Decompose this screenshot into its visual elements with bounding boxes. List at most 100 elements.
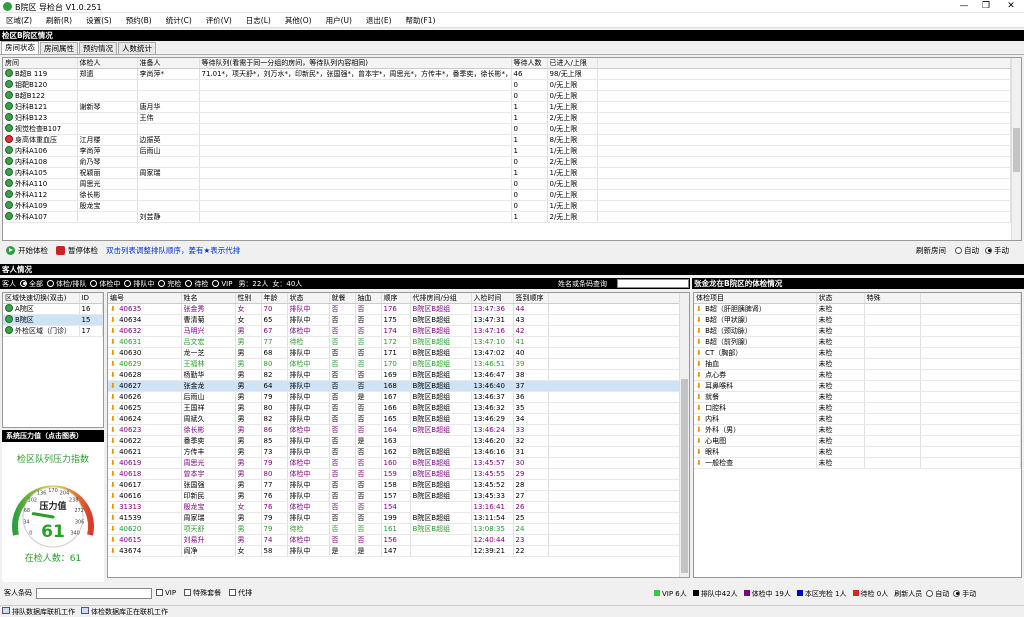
detail-table[interactable]: 体检项目 状态 特殊 ⬇ B超（肝胆胰脾肾） 未检 ⬇ B超（甲状腺） 未检 ⬇ B超（… (693, 292, 1022, 578)
col-room[interactable]: 房间 (3, 58, 78, 69)
guest-scroll-thumb[interactable] (681, 379, 688, 573)
guest-row[interactable]: ⬇ 40625 王国祥男 80 排队中否否 166 B院区B超组 13:46:32 35 (108, 402, 680, 414)
menu-log[interactable]: 日志(L) (246, 15, 271, 26)
area-row[interactable]: A院区 16 (3, 303, 103, 315)
guest-row[interactable]: ⬇ 40629 王福林男 80 体检中否否 170 B院区B超组 13:46:51 39 (108, 358, 680, 370)
room-auto-radio[interactable]: 自动 (951, 245, 979, 256)
area-row[interactable]: B院区 15 (3, 314, 103, 326)
room-row[interactable]: 内科A108 俞乃琴 0 2/无上限 (3, 156, 1011, 168)
menu-rating[interactable]: 评价(V) (206, 15, 232, 26)
maximize-button[interactable]: ❐ (980, 1, 992, 12)
room-scrollbar[interactable] (1011, 58, 1021, 240)
guest-row[interactable]: ⬇ 40627 张金龙男 64 排队中否否 168 B院区B超组 13:46:40 37 (108, 380, 680, 392)
exam-item-row[interactable]: ⬇ 一般检查 未检 (694, 457, 1021, 469)
exam-item-row[interactable]: ⬇ 外科（男） 未检 (694, 424, 1021, 436)
col-item-status[interactable]: 状态 (816, 293, 865, 304)
exam-item-row[interactable]: ⬇ 点心券 未检 (694, 369, 1021, 381)
guest-row[interactable]: ⬇ 40628 杨勤华男 82 排队中否否 169 B院区B超组 13:46:47 38 (108, 369, 680, 381)
pressure-panel[interactable]: 检区队列压力指数 0 34 68 102 136 170 204 238 272 306 340 压… (2, 442, 104, 582)
exam-item-row[interactable]: ⬇ 心电图 未检 (694, 435, 1021, 447)
exam-item-row[interactable]: ⬇ B超（颈动脉） 未检 (694, 325, 1021, 337)
guest-row[interactable]: ⬇ 40615 刘易升男 74 体检中否否 156 12:40:44 23 (108, 534, 680, 546)
guest-row[interactable]: ⬇ 40624 周斌久男 82 排队中否否 165 B院区B超组 13:46:29 34 (108, 413, 680, 425)
col-order[interactable]: 顺序 (381, 293, 411, 304)
col-blood[interactable]: 抽血 (355, 293, 382, 304)
guest-row[interactable]: ⬇ 40620 项天舒男 79 待检否否 161 B院区B超组 13:08:35 24 (108, 523, 680, 535)
menu-refresh[interactable]: 刷新(R) (46, 15, 72, 26)
pause-exam-button[interactable]: 暂停体检 (56, 245, 98, 256)
exam-item-row[interactable]: ⬇ CT（胸部） 未检 (694, 347, 1021, 359)
guest-row[interactable]: ⬇ 40631 吕文宏男 77 待检否否 172 B院区B超组 13:47:10 41 (108, 336, 680, 348)
room-row[interactable]: 外科A112 徐长彬 0 0/无上限 (3, 189, 1011, 201)
filter-pending[interactable]: 待检 (181, 279, 208, 289)
exam-item-row[interactable]: ⬇ 口腔科 未检 (694, 402, 1021, 414)
filter-queuing[interactable]: 排队中 (120, 279, 154, 289)
guest-auto-radio[interactable]: 自动 (922, 589, 949, 599)
room-row[interactable]: 视觉检查B107 0 0/无上限 (3, 123, 1011, 135)
guest-row[interactable]: ⬇ 40635 张金秀女 70 排队中否否 176 B院区B超组 13:47:36 44 (108, 303, 680, 315)
col-entered[interactable]: 已进入/上限 (547, 58, 598, 69)
room-row[interactable]: 妇科B123 王伟 1 2/无上限 (3, 112, 1011, 124)
tab-room-status[interactable]: 房间状态 (1, 41, 39, 54)
col-name[interactable]: 姓名 (181, 293, 236, 304)
guest-row[interactable]: ⬇ 40626 后雨山男 79 排队中否是 167 B院区B超组 13:46:37 36 (108, 391, 680, 403)
exam-item-row[interactable]: ⬇ B超（肝胆胰脾肾） 未检 (694, 303, 1021, 315)
col-signin-order[interactable]: 签到顺序 (513, 293, 549, 304)
barcode-input[interactable] (36, 587, 152, 599)
search-input[interactable] (617, 279, 689, 288)
filter-in-exam[interactable]: 体检中 (86, 279, 120, 289)
guest-row[interactable]: ⬇ 40617 张国强男 77 排队中否否 158 B院区B超组 13:45:52 28 (108, 479, 680, 491)
room-row[interactable]: 外科A110 周思光 0 0/无上限 (3, 178, 1011, 190)
guest-row[interactable]: ⬇ 41539 周家瑞男 79 排队中否否 199 B院区B超组 13:11:54 25 (108, 512, 680, 524)
room-row[interactable]: 身高体重血压 江月楼 边振英 1 8/无上限 (3, 134, 1011, 146)
filter-vip[interactable]: VIP (208, 279, 232, 288)
col-special[interactable]: 特殊 (864, 293, 921, 304)
room-row[interactable]: 内科A106 李尚萍 后雨山 1 1/无上限 (3, 145, 1011, 157)
guest-row[interactable]: ⬇ 40621 方传丰男 73 排队中否否 162 B院区B超组 13:46:16 31 (108, 446, 680, 458)
room-table[interactable]: 房间 体检人 准备人 等待队列(看需于同一分组的房间，等待队列内容相同) 等待人… (2, 57, 1022, 241)
menu-user[interactable]: 用户(U) (326, 15, 352, 26)
col-area-id[interactable]: ID (79, 293, 103, 304)
col-gender[interactable]: 性别 (235, 293, 262, 304)
special-package-checkbox[interactable]: 特殊套餐 (184, 588, 221, 598)
guest-row[interactable]: ⬇ 40622 番季奕男 85 排队中否是 163 13:46:20 32 (108, 435, 680, 447)
exam-item-row[interactable]: ⬇ B超（甲状腺） 未检 (694, 314, 1021, 326)
start-exam-button[interactable]: 开始体检 (6, 245, 48, 256)
room-row[interactable]: 外科A107 刘芸静 1 2/无上限 (3, 211, 1011, 223)
area-table[interactable]: 区域快速切换(双击) ID A院区 16 B院区 15 外检区域（门诊） 17 (2, 292, 104, 428)
menu-exit[interactable]: 退出(E) (366, 15, 392, 26)
room-manual-radio[interactable]: 手动 (981, 245, 1009, 256)
minimize-button[interactable]: — (958, 1, 970, 12)
col-status[interactable]: 状态 (287, 293, 330, 304)
col-meal[interactable]: 就餐 (329, 293, 356, 304)
guest-scrollbar[interactable] (679, 293, 689, 577)
menu-help[interactable]: 帮助(F1) (406, 15, 436, 26)
guest-row[interactable]: ⬇ 40623 徐长彬男 86 体检中否否 164 B院区B超组 13:46:24 33 (108, 424, 680, 436)
col-age[interactable]: 年龄 (261, 293, 288, 304)
room-row[interactable]: 钼靶B120 0 0/无上限 (3, 79, 1011, 91)
guest-table[interactable]: 编号 姓名 性别 年龄 状态 就餐 抽血 顺序 代排房间/分组 入检时间 签到顺… (107, 292, 690, 578)
guest-row[interactable]: ⬇ 40616 印新民男 76 排队中否否 157 B院区B超组 13:45:33 27 (108, 490, 680, 502)
pressure-banner[interactable]: 系统压力值（点击图表） (2, 430, 104, 442)
menu-other[interactable]: 其他(O) (285, 15, 312, 26)
col-area[interactable]: 区域快速切换(双击) (3, 293, 80, 304)
col-checkin-time[interactable]: 入检时间 (471, 293, 514, 304)
col-next[interactable]: 准备人 (137, 58, 200, 69)
exam-item-row[interactable]: ⬇ 就餐 未检 (694, 391, 1021, 403)
room-row[interactable]: B超B122 0 0/无上限 (3, 90, 1011, 102)
room-scroll-thumb[interactable] (1013, 128, 1020, 172)
tab-room-attributes[interactable]: 房间属性 (40, 42, 78, 54)
col-wait-count[interactable]: 等待人数 (511, 58, 548, 69)
tab-booking[interactable]: 预约情况 (79, 42, 117, 54)
col-examinee[interactable]: 体检人 (77, 58, 138, 69)
room-row[interactable]: B超B 119 郑遗 李尚萍* 71.01*，项天舒*，刘万水*，印新民*，张国强*，… (3, 68, 1011, 80)
menu-area[interactable]: 区域(Z) (6, 15, 32, 26)
filter-exam-queue[interactable]: 体检/排队 (43, 279, 86, 289)
guest-row[interactable]: ⬇ 40630 龙一芝男 68 排队中否否 171 B院区B超组 13:47:02 40 (108, 347, 680, 359)
guest-row[interactable]: ⬇ 43674 阎净女 58 排队中是是 147 12:39:21 22 (108, 545, 680, 557)
menu-settings[interactable]: 设置(S) (86, 15, 112, 26)
close-button[interactable]: ✕ (1005, 1, 1017, 12)
area-row[interactable]: 外检区域（门诊） 17 (3, 325, 103, 337)
proxy-checkbox[interactable]: 代排 (229, 588, 252, 598)
guest-manual-radio[interactable]: 手动 (949, 589, 976, 599)
